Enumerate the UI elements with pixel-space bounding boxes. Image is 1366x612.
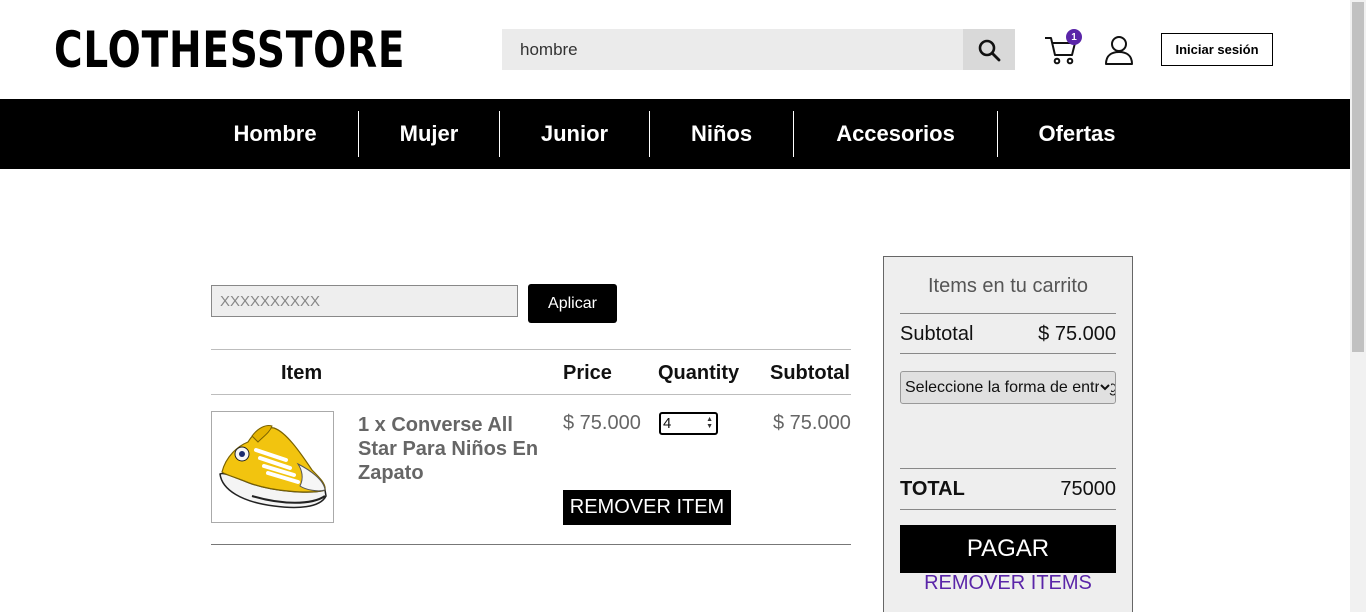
quantity-stepper[interactable]: 4 ▲ ▼ xyxy=(659,412,718,435)
subtotal-label: Subtotal xyxy=(900,323,974,345)
summary-divider xyxy=(900,509,1116,510)
summary-divider xyxy=(900,313,1116,314)
main-nav: Hombre Mujer Junior Niños Accesorios Ofe… xyxy=(0,99,1350,169)
nav-item-ofertas[interactable]: Ofertas xyxy=(998,99,1156,169)
header-quantity: Quantity xyxy=(658,362,740,384)
total-label: TOTAL xyxy=(900,478,965,500)
search-button[interactable] xyxy=(963,29,1015,70)
product-subtotal: $ 75.000 xyxy=(773,412,851,434)
quantity-value: 4 xyxy=(663,415,672,432)
header-price: Price xyxy=(563,362,612,384)
shoe-icon xyxy=(219,425,327,509)
nav-item-hombre[interactable]: Hombre xyxy=(212,99,338,169)
coupon-input[interactable] xyxy=(211,285,518,317)
search-input[interactable] xyxy=(502,29,964,70)
delivery-select-value: Seleccione la forma de entrega xyxy=(905,378,1116,396)
chevron-down-icon xyxy=(1099,381,1111,393)
summary-title: Items en tu carrito xyxy=(927,275,1089,297)
nav-item-mujer[interactable]: Mujer xyxy=(359,99,499,169)
page-scrollbar[interactable] xyxy=(1350,0,1366,612)
nav-item-ninos[interactable]: Niños xyxy=(650,99,793,169)
user-icon xyxy=(1105,36,1133,65)
nav-item-accesorios[interactable]: Accesorios xyxy=(794,99,997,169)
table-divider xyxy=(211,349,851,350)
remove-item-button[interactable]: REMOVER ITEM xyxy=(563,490,731,525)
delivery-select[interactable]: Seleccione la forma de entrega xyxy=(900,371,1116,404)
product-image[interactable] xyxy=(211,411,334,523)
table-divider xyxy=(211,544,851,545)
subtotal-value: $ 75.000 xyxy=(1038,323,1116,345)
summary-divider xyxy=(900,353,1116,354)
header-item: Item xyxy=(281,362,323,384)
product-name[interactable]: 1 x Converse All Star Para Niños En Zapa… xyxy=(358,413,548,485)
table-divider xyxy=(211,394,851,395)
product-price: $ 75.000 xyxy=(563,412,641,434)
login-button[interactable]: Iniciar sesión xyxy=(1161,33,1273,66)
remove-all-items-link[interactable]: REMOVER ITEMS xyxy=(884,572,1132,595)
header-subtotal: Subtotal xyxy=(770,362,850,384)
pay-button[interactable]: PAGAR xyxy=(900,525,1116,573)
total-value: 75000 xyxy=(1060,478,1116,500)
apply-coupon-button[interactable]: Aplicar xyxy=(528,284,617,323)
stepper-arrows-icon[interactable]: ▲ ▼ xyxy=(706,416,713,430)
user-button[interactable] xyxy=(1103,34,1135,66)
nav-item-junior[interactable]: Junior xyxy=(500,99,649,169)
summary-divider xyxy=(900,468,1116,469)
search-icon xyxy=(978,39,1001,61)
logo[interactable]: CLOTHESSTORE xyxy=(54,22,405,78)
cart-count-badge: 1 xyxy=(1066,29,1082,45)
cart-summary-panel: Items en tu carrito Subtotal $ 75.000 Se… xyxy=(883,256,1133,612)
scrollbar-thumb[interactable] xyxy=(1352,2,1364,352)
search-bar xyxy=(502,29,1015,70)
